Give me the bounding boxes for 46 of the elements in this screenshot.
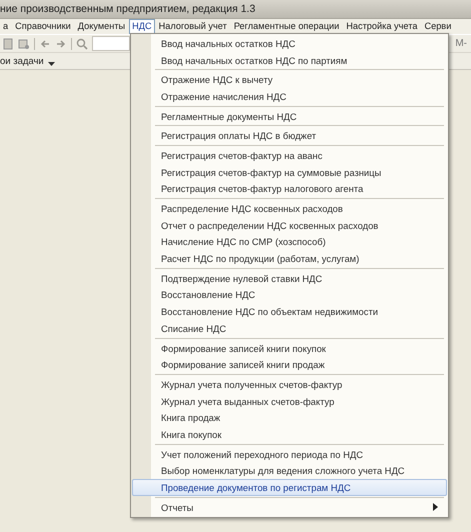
menu-entry[interactable]: Журнал учета полученных счетов-фактур — [132, 376, 447, 393]
menu-item[interactable]: Настройка учета — [343, 19, 420, 34]
preview-icon[interactable] — [18, 38, 30, 50]
menu-entry[interactable]: Регистрация счетов-фактур на аванс — [132, 147, 447, 164]
back-arrow-icon[interactable] — [39, 38, 51, 50]
menu-entry[interactable]: Выбор номенклатуры для ведения сложного учета НДС — [132, 462, 447, 480]
menu-entry[interactable]: Регистрация счетов-фактур на суммовые разницы — [132, 164, 447, 180]
menu-entry[interactable]: Отчеты — [132, 498, 447, 516]
menu-entry[interactable]: Книга покупок — [132, 426, 447, 443]
menu-entry[interactable]: Отражение начисления НДС — [132, 88, 447, 105]
toolbar-text: М- — [455, 38, 467, 49]
menu-entry[interactable]: Формирование записей книги покупок — [132, 340, 447, 356]
search-icon[interactable] — [76, 38, 88, 50]
forward-arrow-icon[interactable] — [55, 38, 67, 50]
menu-entry[interactable]: Отражение НДС к вычету — [132, 71, 447, 88]
window-title: ние производственным предприятием, редакция 1.3 — [0, 3, 256, 15]
menu-entry[interactable]: Отчет о распределении НДС косвенных расходов — [132, 216, 447, 234]
caret-icon[interactable] — [48, 62, 55, 66]
menu-entry[interactable]: Списание НДС — [132, 320, 447, 337]
menu-item[interactable]: Документы — [74, 19, 128, 34]
menu-entry[interactable]: Регламентные документы НДС — [132, 108, 447, 124]
menu-item[interactable]: Серви — [421, 19, 454, 34]
menu-item[interactable]: а — [0, 19, 12, 34]
search-field[interactable] — [92, 36, 130, 51]
menu-entry[interactable]: Проведение документов по регистрам НДС — [132, 479, 447, 496]
menu-entry[interactable]: Регистрация оплаты НДС в бюджет — [132, 127, 447, 144]
menu-entry[interactable]: Расчет НДС по продукции (работам, услугам) — [132, 250, 447, 267]
submenu-arrow-icon — [433, 503, 438, 512]
menu-entry[interactable]: Журнал учета выданных счетов-фактур — [132, 392, 447, 410]
menu-entry[interactable]: Ввод начальных остатков НДС по партиям — [132, 52, 447, 68]
menu-item[interactable]: Налоговый учет — [156, 19, 230, 34]
menu-entry[interactable]: Восстановление НДС — [132, 286, 447, 304]
document-icon[interactable] — [2, 38, 14, 50]
menu-item[interactable]: НДС — [129, 19, 155, 34]
menu-entry[interactable]: Распределение НДС косвенных расходов — [132, 200, 447, 217]
task-panel-label[interactable]: ои задачи — [0, 56, 44, 66]
menu-entry[interactable]: Учет положений переходного периода по НДС — [132, 446, 447, 462]
menu-entry[interactable]: Подтверждение нулевой ставки НДС — [132, 270, 447, 287]
menu-entry[interactable]: Книга продаж — [132, 409, 447, 426]
menu-entry[interactable]: Регистрация счетов-фактур налогового агента — [132, 180, 447, 198]
menu-entry[interactable]: Ввод начальных остатков НДС — [132, 35, 447, 52]
menu-entry[interactable]: Начисление НДС по СМР (хозспособ) — [132, 234, 447, 250]
menu-entry[interactable]: Формирование записей книги продаж — [132, 356, 447, 374]
menu-item[interactable]: Регламентные операции — [230, 19, 342, 34]
menu-item[interactable]: Справочники — [12, 19, 74, 34]
menu-entry[interactable]: Восстановление НДС по объектам недвижимости — [132, 303, 447, 320]
